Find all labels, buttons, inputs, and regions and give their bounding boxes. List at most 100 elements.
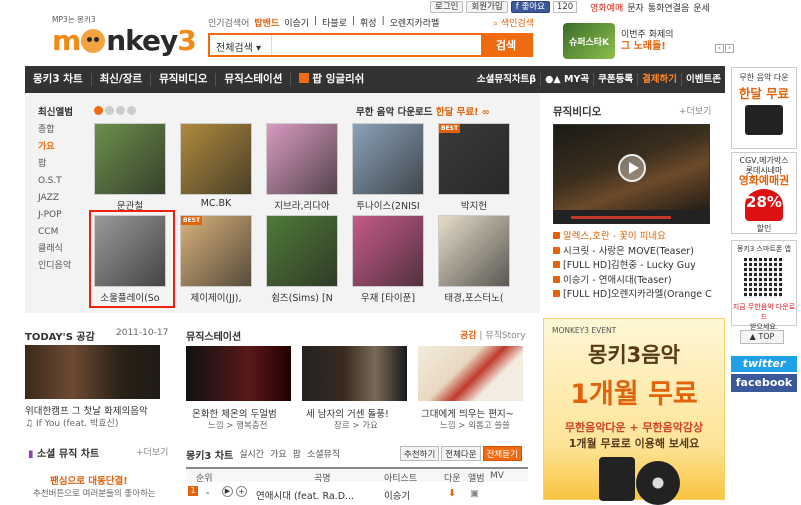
social-chart-more[interactable]: +더보기 bbox=[136, 445, 168, 458]
today-image[interactable] bbox=[25, 345, 160, 399]
download-icon[interactable]: ⬇ bbox=[448, 488, 456, 499]
album-cover[interactable] bbox=[438, 215, 510, 287]
station-image[interactable] bbox=[186, 346, 291, 401]
album-title[interactable]: 지브라,리다아 bbox=[264, 198, 340, 212]
top-menu-sms[interactable]: 문자 bbox=[627, 1, 644, 14]
genre-item[interactable]: 인디음악 bbox=[38, 258, 71, 275]
album-promo[interactable]: 무한 음악 다운로드 한달 무료! ∞ bbox=[356, 104, 490, 118]
album-title[interactable]: 투나이스(2NISI bbox=[350, 198, 426, 212]
search-button[interactable]: 검색 bbox=[481, 35, 531, 55]
genre-item[interactable]: JAZZ bbox=[38, 190, 71, 207]
nav-event-zone[interactable]: 이벤트존 bbox=[682, 73, 725, 86]
nav-my-songs[interactable]: ●▲ MY곡 bbox=[541, 73, 595, 86]
genre-item[interactable]: CCM bbox=[38, 224, 71, 241]
station-image[interactable] bbox=[418, 346, 523, 401]
top-menu-fortune[interactable]: 운세 bbox=[693, 1, 710, 14]
genre-item[interactable]: 종합 bbox=[38, 122, 71, 139]
station-caption[interactable]: 온화한 체온의 두얼범 bbox=[192, 406, 302, 420]
pager-dot[interactable] bbox=[127, 106, 136, 115]
facebook-like-button[interactable]: f 좋아요 bbox=[510, 1, 550, 13]
video-controls[interactable] bbox=[553, 210, 710, 224]
nav-chart[interactable]: 몽키3 차트 bbox=[25, 73, 92, 86]
album-title[interactable]: 우재 [타이푼] bbox=[350, 290, 426, 304]
play-icon[interactable] bbox=[618, 154, 646, 182]
nav-payment[interactable]: 결제하기 bbox=[638, 73, 683, 86]
today-sub[interactable]: ♫ If You (feat. 박효신) bbox=[25, 416, 118, 429]
mv-list-item[interactable]: 시크릿 - 사랑은 MOVE(Teaser) bbox=[553, 245, 712, 260]
popular-keyword[interactable]: 휘성 bbox=[360, 16, 377, 29]
tab-empathy[interactable]: 공감 bbox=[460, 331, 477, 341]
top-menu-movie[interactable]: 영화예매 bbox=[590, 1, 623, 14]
popular-keyword-hot[interactable]: 탑밴드 bbox=[254, 16, 279, 29]
search-category-select[interactable]: 전체검색 ▾ bbox=[210, 35, 272, 55]
nav-pop-english[interactable]: 팝 잉글리쉬 bbox=[291, 73, 372, 86]
play-icon[interactable]: ▶ bbox=[222, 486, 233, 497]
mv-list-item[interactable]: 이승기 - 연애시대(Teaser) bbox=[553, 274, 712, 289]
chart-tab[interactable]: 팝 bbox=[293, 447, 301, 462]
album-cover[interactable]: BEST bbox=[438, 123, 510, 195]
recommend-button[interactable]: 추천하기 bbox=[400, 446, 440, 461]
search-input[interactable] bbox=[272, 35, 481, 55]
genre-item[interactable]: O.S.T bbox=[38, 173, 71, 190]
album-title[interactable]: MC.BK bbox=[178, 198, 254, 209]
genre-item[interactable]: 클래식 bbox=[38, 241, 71, 258]
video-progress-bar[interactable] bbox=[571, 216, 671, 219]
album-title[interactable]: 태경,포스터노( bbox=[436, 290, 512, 304]
play-all-button[interactable]: 전체듣기 bbox=[482, 446, 522, 461]
genre-item-selected[interactable]: 가요 bbox=[38, 139, 71, 156]
nav-latest-genre[interactable]: 최신/장르 bbox=[92, 73, 152, 86]
movie-ticket-ad[interactable]: CGV,메가박스 롯데시네마 영화예매권 28% 할인 bbox=[731, 152, 797, 234]
twitter-button[interactable]: twitter bbox=[731, 356, 797, 372]
mv-list-item[interactable]: 알렉스,호란 - 꽃이 피네요 bbox=[553, 230, 712, 245]
album-title[interactable]: 제이제이(JJ), bbox=[178, 290, 254, 304]
album-cover[interactable] bbox=[266, 215, 338, 287]
album-title[interactable]: 쉼즈(Sims) [N bbox=[264, 290, 340, 304]
pager-dot[interactable] bbox=[94, 106, 103, 115]
album-cover[interactable] bbox=[352, 123, 424, 195]
album-cover[interactable] bbox=[180, 123, 252, 195]
next-arrow-icon[interactable]: › bbox=[725, 44, 734, 53]
album-icon[interactable]: ▣ bbox=[470, 488, 479, 499]
popular-keyword[interactable]: 오렌지카라멜 bbox=[390, 16, 440, 29]
music-video-more-link[interactable]: +더보기 bbox=[679, 104, 711, 117]
album-cover[interactable] bbox=[266, 123, 338, 195]
pager-dot[interactable] bbox=[116, 106, 125, 115]
today-caption[interactable]: 위대한캠프 그 첫날 화제의음악 bbox=[25, 403, 165, 417]
popular-keyword[interactable]: 타블로 bbox=[322, 16, 347, 29]
album-cover[interactable] bbox=[352, 215, 424, 287]
event-banner[interactable]: MONKEY3 EVENT 몽키3음악 1개월 무료 무한음악다운 + 무한음악… bbox=[543, 318, 725, 505]
chart-tab-realtime[interactable]: 실시간 bbox=[239, 447, 264, 462]
mv-list-item[interactable]: [FULL HD]오렌지카라멜(Orange C bbox=[553, 288, 712, 303]
facebook-button[interactable]: facebook bbox=[731, 374, 797, 392]
station-caption[interactable]: 그대에게 띄우는 편지~ bbox=[421, 406, 531, 420]
genre-item[interactable]: J-POP bbox=[38, 207, 71, 224]
nav-music-station[interactable]: 뮤직스테이션 bbox=[216, 73, 292, 86]
mv-list-item[interactable]: [FULL HD]김현중 - Lucky Guy bbox=[553, 259, 712, 274]
top-menu-ringback[interactable]: 통화연결음 bbox=[648, 1, 689, 14]
pager-dot[interactable] bbox=[105, 106, 114, 115]
smartphone-app-qr[interactable]: 몽키3 스마트폰 앱 지금 무한음악 다운로드 받으세요. bbox=[731, 240, 797, 331]
tab-music-story[interactable]: 뮤직Story bbox=[485, 331, 525, 341]
top-promo-banner[interactable]: 슈퍼스타K 이번주 화제의 그 노래들! bbox=[563, 22, 713, 60]
station-caption[interactable]: 세 남자의 거센 돌풍! bbox=[306, 406, 416, 420]
chart-tab[interactable]: 가요 bbox=[270, 447, 287, 462]
nav-social-chart[interactable]: 소셜뮤직차트β bbox=[473, 73, 542, 86]
index-search-link[interactable]: ⌕ 색인검색 bbox=[493, 16, 534, 29]
chart-tab[interactable]: 소셜뮤직 bbox=[307, 447, 340, 462]
join-button[interactable]: 회원가입 bbox=[466, 1, 508, 13]
station-image[interactable] bbox=[302, 346, 407, 401]
popular-keyword[interactable]: 이승기 bbox=[284, 16, 309, 29]
nav-music-video[interactable]: 뮤직비디오 bbox=[151, 73, 217, 86]
nav-coupon[interactable]: 쿠폰등록 bbox=[594, 73, 639, 86]
album-cover[interactable]: BEST bbox=[180, 215, 252, 287]
album-cover[interactable] bbox=[94, 123, 166, 195]
site-logo[interactable]: m nkey3 bbox=[52, 24, 197, 57]
free-download-ad[interactable]: 무한 음악 다운 한달 무료 bbox=[731, 67, 797, 149]
download-all-button[interactable]: 전체다운 bbox=[441, 446, 481, 461]
album-title[interactable]: 박지헌 bbox=[436, 198, 512, 212]
genre-item[interactable]: 팝 bbox=[38, 156, 71, 173]
add-icon[interactable]: + bbox=[236, 486, 247, 497]
top-button[interactable]: ▲ TOP bbox=[740, 330, 784, 344]
prev-arrow-icon[interactable]: ‹ bbox=[715, 44, 724, 53]
login-button[interactable]: 로그인 bbox=[430, 1, 464, 13]
